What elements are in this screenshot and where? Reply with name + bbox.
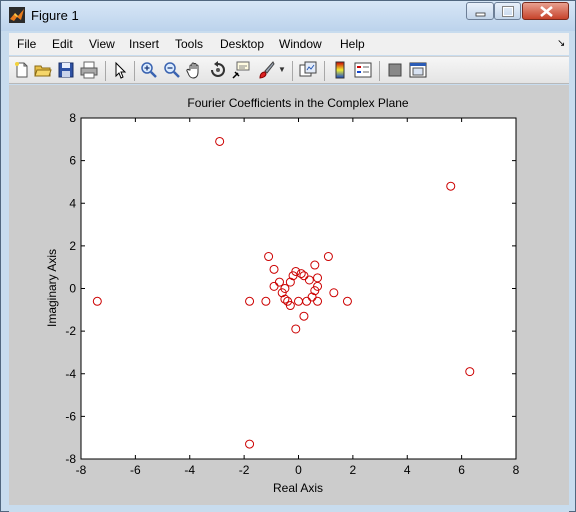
x-axis-label: Real Axis [273,481,323,495]
figure-canvas: Fourier Coefficients in the Complex Plan… [9,85,569,505]
x-tick-label: -4 [184,463,195,477]
link-plot-icon[interactable] [299,61,317,79]
y-tick-label: 2 [69,239,76,253]
minimize-button[interactable] [466,2,494,20]
x-tick-label: 2 [350,463,357,477]
pan-hand-icon[interactable] [186,61,204,79]
close-button[interactable] [522,2,569,20]
x-tick-label: 8 [513,463,520,477]
y-tick-label: -8 [65,452,76,466]
hide-plot-tools-icon[interactable] [386,61,404,79]
menu-edit[interactable]: Edit [52,37,73,51]
menu-insert[interactable]: Insert [129,37,159,51]
menu-bar: File Edit View Insert Tools Desktop Wind… [9,33,569,55]
data-cursor-icon[interactable] [232,61,250,79]
y-tick-label: 6 [69,154,76,168]
menu-file[interactable]: File [17,37,36,51]
print-icon[interactable] [80,61,98,79]
menu-help[interactable]: Help [340,37,365,51]
chart-title: Fourier Coefficients in the Complex Plan… [187,96,409,110]
x-tick-label: 6 [458,463,465,477]
show-plot-tools-icon[interactable] [409,61,427,79]
title-bar[interactable]: Figure 1 [1,1,575,31]
toolbar-separator [105,61,106,81]
x-tick-label: -2 [239,463,250,477]
y-tick-label: 0 [69,282,76,296]
toolbar-separator [379,61,380,81]
brush-dropdown-arrow-icon[interactable]: ▼ [278,65,286,74]
zoom-in-icon[interactable] [140,61,158,79]
x-tick-label: -8 [76,463,87,477]
matlab-logo-icon [9,7,25,23]
menu-view[interactable]: View [89,37,115,51]
brush-icon[interactable] [257,61,275,79]
toolbar-separator [324,61,325,81]
axes-box [80,117,517,460]
maximize-button[interactable] [494,2,521,20]
new-figure-icon[interactable] [13,61,31,79]
maximize-icon [502,6,514,17]
menu-tools[interactable]: Tools [175,37,203,51]
legend-icon[interactable] [354,61,372,79]
figure-window: Figure 1 File Edit View Insert Tools Des… [0,0,576,512]
y-tick-label: -4 [65,367,76,381]
y-tick-label: -6 [65,409,76,423]
menu-desktop[interactable]: Desktop [220,37,264,51]
open-file-icon[interactable] [34,61,52,79]
x-tick-label: 4 [404,463,411,477]
y-tick-label: 8 [69,111,76,125]
figure-toolbar: ▼ [9,56,569,84]
y-axis-label: Imaginary Axis [45,249,59,327]
y-tick-label: -2 [65,324,76,338]
menubar-dock-arrow-icon[interactable]: ↘ [557,38,565,49]
pointer-arrow-icon[interactable] [111,61,129,79]
scatter-plot: Fourier Coefficients in the Complex Plan… [45,96,520,495]
window-title: Figure 1 [31,8,79,23]
colorbar-icon[interactable] [331,61,349,79]
x-tick-label: -6 [130,463,141,477]
toolbar-separator [134,61,135,81]
x-tick-label: 0 [295,463,302,477]
y-tick-label: 4 [69,196,76,210]
menu-window[interactable]: Window [279,37,322,51]
close-icon [540,5,553,18]
zoom-out-icon[interactable] [163,61,181,79]
window-bottom-border [9,505,569,512]
minimize-icon [475,12,486,17]
rotate-3d-icon[interactable] [209,61,227,79]
save-icon[interactable] [57,61,75,79]
toolbar-separator [292,61,293,81]
